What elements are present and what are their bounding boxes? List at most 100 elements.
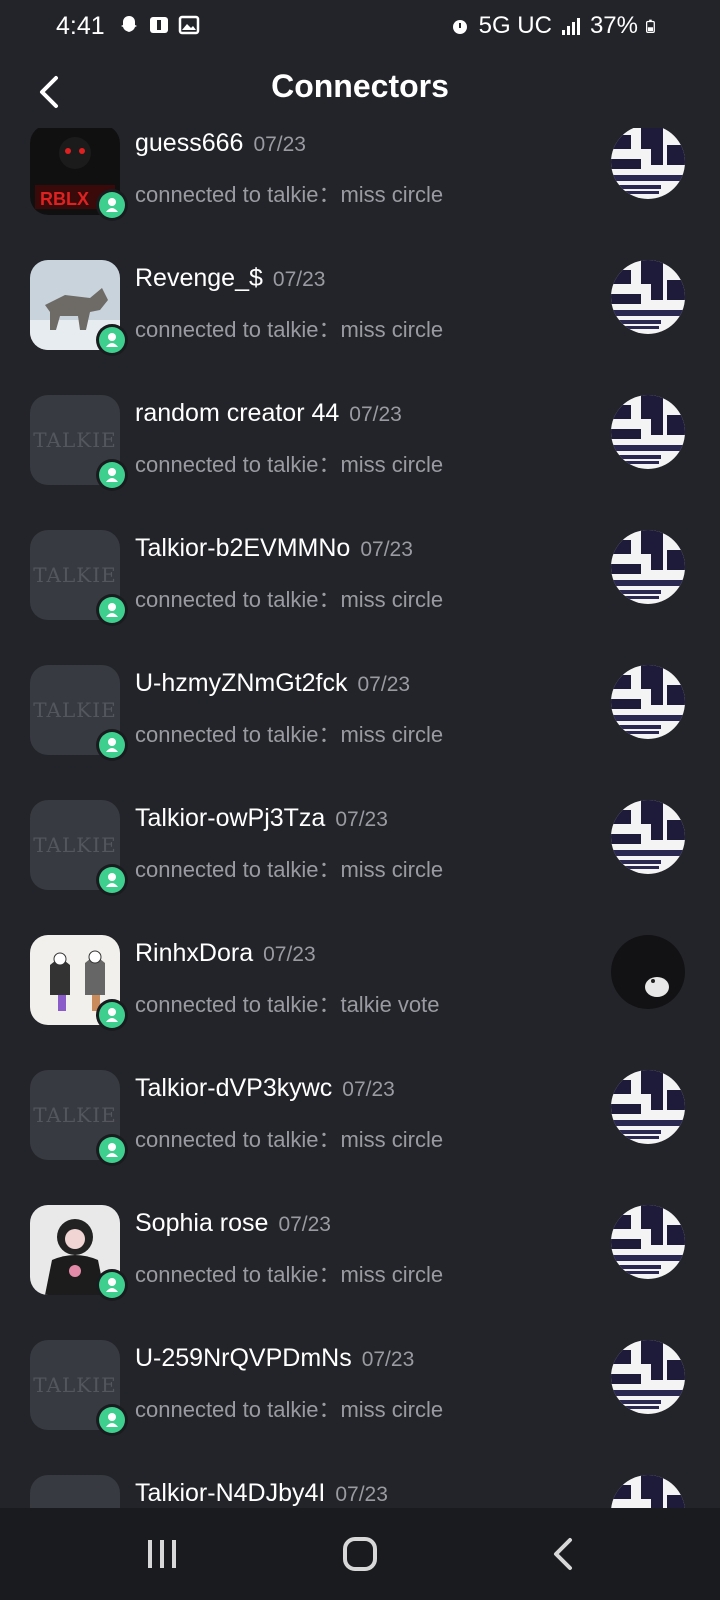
connect-date: 07/23 (335, 1483, 388, 1506)
connect-date: 07/23 (278, 1213, 331, 1236)
status-right: 5G UC 37% (449, 12, 660, 40)
connector-badge (96, 729, 128, 761)
list-item[interactable]: TALKIE Talkior-owPj3Tza 07/23 connected to … (0, 800, 720, 935)
name-line: RinhxDora 07/23 (135, 939, 316, 968)
avatar[interactable]: TALKIE (30, 530, 128, 626)
character-thumbnail[interactable] (611, 665, 685, 739)
connection-text: connected to talkie：miss circle (135, 182, 444, 207)
home-icon[interactable] (336, 1530, 384, 1578)
avatar[interactable]: TALKIE (30, 1475, 120, 1508)
character-thumbnail[interactable] (611, 935, 685, 1009)
list-item[interactable]: TALKIE U-hzmyZNmGt2fck 07/23 connected to t… (0, 665, 720, 800)
user-name[interactable]: Revenge_$ (135, 264, 263, 293)
user-name[interactable]: RinhxDora (135, 939, 253, 968)
signal-icon (561, 18, 580, 35)
connect-date: 07/23 (272, 268, 326, 291)
connector-badge (96, 1404, 128, 1436)
battery-percent: 37% (589, 12, 638, 39)
list-item[interactable]: RBLX guess666 07/23 connected to talkie：mis… (0, 128, 720, 260)
user-icon (99, 867, 125, 893)
connect-date: 07/23 (342, 1078, 395, 1101)
character-image (611, 1070, 685, 1144)
user-name[interactable]: Talkior-N4DJby4I (135, 1479, 325, 1508)
user-name[interactable]: Talkior-owPj3Tza (135, 804, 325, 833)
recents-icon[interactable] (138, 1530, 186, 1578)
character-image (611, 935, 685, 1009)
avatar[interactable] (30, 1205, 128, 1301)
network-label: 5G UC (478, 12, 552, 39)
connection-text: connected to talkie：talkie vote (135, 992, 440, 1017)
list-item[interactable]: Sophia rose 07/23 connected to talkie：miss… (0, 1205, 720, 1340)
connector-badge (96, 324, 128, 356)
name-line: Talkior-b2EVMMNo 07/23 (135, 534, 413, 563)
user-name[interactable]: U-259NrQVPDmNs (135, 1344, 352, 1373)
back-icon[interactable] (540, 1530, 588, 1578)
image-icon (178, 15, 200, 35)
character-thumbnail[interactable] (611, 1340, 685, 1414)
user-icon (99, 1137, 125, 1163)
user-icon (99, 1407, 125, 1433)
character-thumbnail[interactable] (611, 395, 685, 469)
user-name[interactable]: U-hzmyZNmGt2fck (135, 669, 348, 698)
connect-date: 07/23 (357, 673, 411, 696)
user-icon (99, 732, 125, 758)
list-item[interactable]: RinhxDora 07/23 connected to talkie：talkie… (0, 935, 720, 1070)
svg-text:RBLX: RBLX (40, 189, 89, 209)
avatar[interactable]: TALKIE (30, 395, 128, 491)
character-image (611, 800, 685, 874)
avatar[interactable]: TALKIE (30, 1340, 128, 1436)
connector-badge (96, 1269, 128, 1301)
character-thumbnail[interactable] (611, 128, 685, 199)
status-bar: 4:41 5G UC 37% (0, 0, 720, 56)
name-line: guess666 07/23 (135, 129, 306, 158)
connection-text: connected to talkie：miss circle (135, 452, 444, 477)
status-time: 4:41 (56, 12, 105, 40)
talkie-logo: TALKIE (33, 698, 117, 722)
character-image (611, 128, 685, 199)
connector-badge (96, 999, 128, 1031)
connect-date: 07/23 (349, 403, 402, 426)
list-item[interactable]: TALKIE Talkior-N4DJby4I 07/23 (0, 1475, 720, 1508)
list-item[interactable]: TALKIE U-259NrQVPDmNs 07/23 connected to ta… (0, 1340, 720, 1475)
avatar[interactable] (30, 260, 128, 356)
character-thumbnail[interactable] (611, 530, 685, 604)
connection-text: connected to talkie：miss circle (135, 1262, 444, 1287)
avatar[interactable]: TALKIE (30, 800, 128, 896)
character-thumbnail[interactable] (611, 1205, 685, 1279)
name-line: Talkior-dVP3kywc 07/23 (135, 1074, 395, 1103)
user-name[interactable]: Talkior-b2EVMMNo (135, 534, 350, 563)
snapchat-icon (121, 16, 137, 32)
character-thumbnail[interactable] (611, 1070, 685, 1144)
connection-text: connected to talkie：miss circle (135, 317, 444, 342)
user-name[interactable]: random creator 44 (135, 399, 339, 428)
character-thumbnail[interactable] (611, 1475, 685, 1508)
character-image (611, 395, 685, 469)
page-title: Connectors (271, 68, 449, 104)
connector-badge (96, 189, 128, 221)
user-name[interactable]: guess666 (135, 129, 243, 158)
user-name[interactable]: Talkior-dVP3kywc (135, 1074, 332, 1103)
character-thumbnail[interactable] (611, 800, 685, 874)
connector-badge (96, 1134, 128, 1166)
connection-text: connected to talkie：miss circle (135, 722, 444, 747)
user-icon (99, 1002, 125, 1028)
list-item[interactable]: TALKIE Talkior-b2EVMMNo 07/23 connected to … (0, 530, 720, 665)
list-item[interactable]: Revenge_$ 07/23 connected to talkie：miss c… (0, 260, 720, 395)
status-left-icons (118, 14, 200, 36)
list-item[interactable]: TALKIE random creator 44 07/23 connected to… (0, 395, 720, 530)
avatar[interactable]: TALKIE (30, 1070, 128, 1166)
avatar[interactable] (30, 935, 128, 1031)
connection-text: connected to talkie：miss circle (135, 587, 444, 612)
user-name[interactable]: Sophia rose (135, 1209, 268, 1238)
avatar[interactable]: TALKIE (30, 665, 128, 761)
connect-date: 07/23 (263, 943, 316, 966)
connectors-list: RBLX guess666 07/23 connected to talkie：mis… (0, 128, 720, 1508)
character-image (611, 665, 685, 739)
avatar[interactable]: RBLX (30, 128, 128, 221)
talkie-logo: TALKIE (33, 1373, 117, 1397)
character-thumbnail[interactable] (611, 260, 685, 334)
talkie-logo: TALKIE (33, 563, 117, 587)
list-item[interactable]: TALKIE Talkior-dVP3kywc 07/23 connected to … (0, 1070, 720, 1205)
battery-icon (646, 19, 655, 33)
character-image (611, 1205, 685, 1279)
